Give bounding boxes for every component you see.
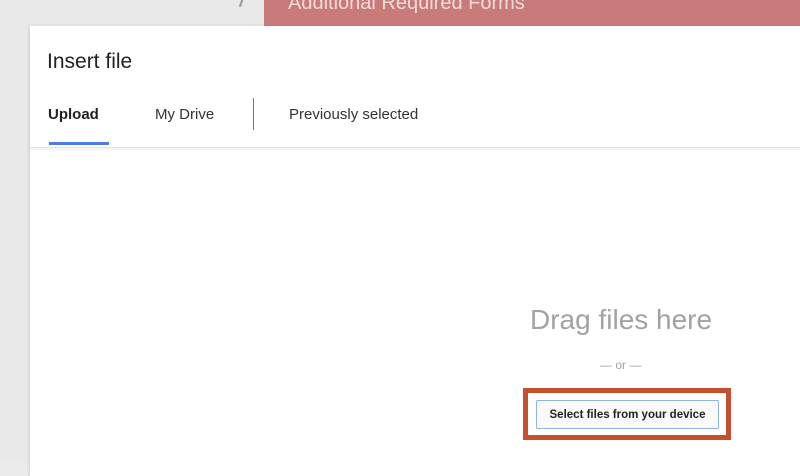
dialog-header: Insert file Upload My Drive Previously s… bbox=[30, 26, 800, 148]
tab-my-drive[interactable]: My Drive bbox=[155, 106, 214, 123]
tab-previously-selected[interactable]: Previously selected bbox=[289, 106, 418, 123]
backdrop-banner-text: Additional Required Forms bbox=[288, 0, 525, 14]
active-tab-indicator bbox=[49, 142, 109, 145]
insert-file-dialog: Insert file Upload My Drive Previously s… bbox=[30, 26, 800, 476]
drag-files-text: Drag files here bbox=[530, 304, 713, 335]
dialog-title: Insert file bbox=[47, 50, 133, 73]
tab-divider bbox=[253, 98, 254, 130]
backdrop-mark bbox=[238, 0, 250, 10]
select-files-button[interactable]: Select files from your device bbox=[536, 400, 719, 429]
or-separator: — or — bbox=[600, 358, 642, 372]
tab-upload[interactable]: Upload bbox=[48, 106, 99, 123]
